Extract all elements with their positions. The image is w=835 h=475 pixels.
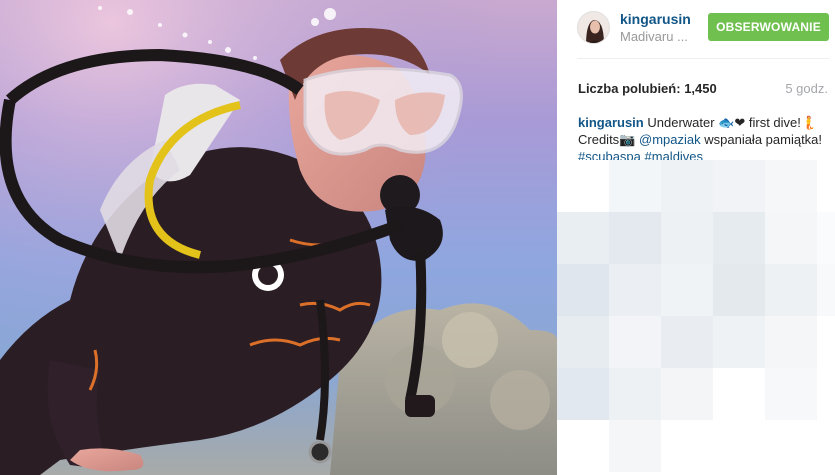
location-link[interactable]: Madivaru ... <box>620 29 695 44</box>
likes-count[interactable]: Liczba polubień: 1,450 <box>578 81 717 96</box>
post-photo[interactable] <box>0 0 557 475</box>
caption-text-1: Underwater 🐟❤ first dive!🧜 <box>647 115 818 130</box>
post-sidebar: kingarusin Madivaru ... OBSERWOWANIE Lic… <box>557 0 835 475</box>
header-divider <box>577 58 829 59</box>
pixel-grid <box>557 160 835 472</box>
post-header: kingarusin Madivaru ... OBSERWOWANIE <box>557 0 835 58</box>
diver-photo-illustration <box>0 0 557 475</box>
post-caption: kingarusin Underwater 🐟❤ first dive!🧜 Cr… <box>578 114 828 165</box>
username-link[interactable]: kingarusin <box>620 11 691 27</box>
likes-label: Liczba polubień: <box>578 81 681 96</box>
caption-text-2: Credits📷 <box>578 132 636 147</box>
post-timestamp[interactable]: 5 godz. <box>785 81 828 96</box>
likes-value: 1,450 <box>684 81 717 96</box>
caption-username[interactable]: kingarusin <box>578 115 644 130</box>
caption-mention[interactable]: @mpaziak <box>639 132 701 147</box>
pixelated-comments <box>557 160 835 475</box>
caption-text-3: wspaniała pamiątka! <box>704 132 823 147</box>
follow-button[interactable]: OBSERWOWANIE <box>708 13 829 41</box>
avatar[interactable] <box>577 11 610 44</box>
likes-row: Liczba polubień: 1,450 5 godz. <box>578 81 828 96</box>
avatar-image <box>578 12 609 43</box>
